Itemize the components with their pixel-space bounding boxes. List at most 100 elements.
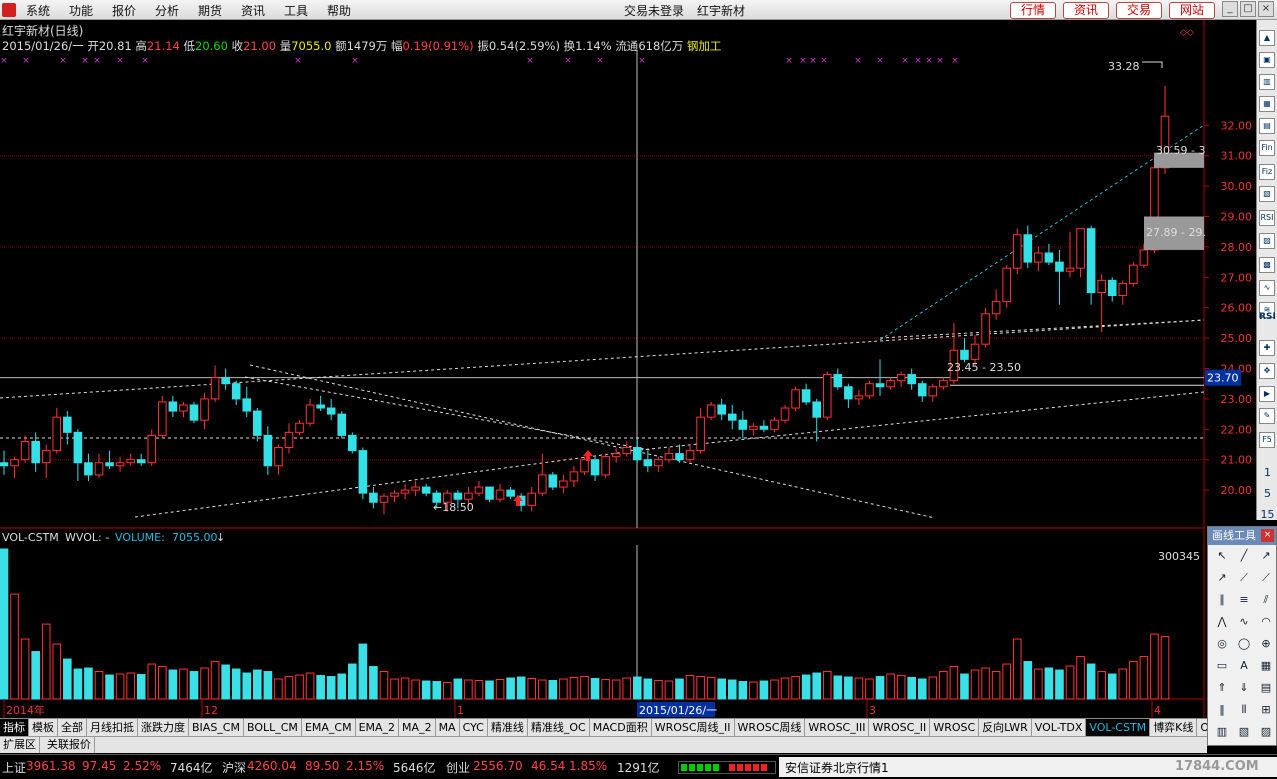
tab-vol-cstm[interactable]: VOL-CSTM (1086, 719, 1151, 736)
ray-tool-icon[interactable]: ↗ (1256, 547, 1276, 565)
pen-icon[interactable]: ✎ (1259, 408, 1275, 424)
period-number[interactable]: 5 (1257, 487, 1277, 500)
tab-cyc[interactable]: CYC (459, 719, 488, 736)
menu-item-analysis[interactable]: 分析 (155, 2, 179, 19)
tab--[interactable]: 涨跌力度 (138, 719, 189, 736)
fin-icon[interactable]: Fiz (1259, 164, 1275, 180)
move-icon[interactable]: ✥ (1259, 363, 1275, 379)
wave-tool-icon[interactable]: ∿ (1234, 613, 1254, 631)
menu-item-system[interactable]: 系统 (26, 2, 50, 19)
tab--[interactable]: 指标 (0, 719, 29, 736)
zigzag-icon[interactable]: ∿ (1259, 280, 1275, 296)
f5-icon[interactable]: F5 (1259, 432, 1275, 448)
trade-button[interactable]: 交易 (1116, 2, 1162, 19)
cycle-tool-icon[interactable]: ◎ (1212, 635, 1232, 653)
tab-ema-2[interactable]: EMA_2 (355, 719, 400, 736)
menu-item-news[interactable]: 资讯 (241, 2, 265, 19)
tab-ma[interactable]: MA (435, 719, 460, 736)
tab--[interactable]: 全部 (58, 719, 87, 736)
tab-vol-tdx[interactable]: VOL-TDX (1031, 719, 1087, 736)
tab--lwr[interactable]: 反向LWR (979, 719, 1032, 736)
segment-tool-icon[interactable]: ⟋ (1234, 569, 1254, 587)
tab-wrosc-[interactable]: WROSC周线 (734, 719, 806, 736)
candle-body (41, 450, 51, 464)
tab--[interactable]: 模板 (29, 719, 58, 736)
ruler-tool-icon[interactable]: ⊞ (1256, 701, 1276, 719)
tab-wrosc[interactable]: WROSC (930, 719, 980, 736)
signal-markers: × × × × × × × × × × × × × × × × × × × × × × × × (0, 56, 959, 66)
volume-bar (865, 678, 874, 700)
candle-body (632, 447, 642, 461)
maximize-icon[interactable]: □ (1240, 1, 1256, 17)
rect-tool-icon[interactable]: ▭ (1212, 657, 1232, 675)
extend-line-icon[interactable]: ⟋ (1256, 569, 1276, 587)
chart-icon[interactable]: ▩ (1259, 257, 1275, 273)
period-number[interactable]: 15 (1257, 508, 1277, 521)
fin-icon[interactable]: Fin (1259, 140, 1275, 156)
bars-tool-icon[interactable]: ‖ (1212, 701, 1232, 719)
rsi-label[interactable]: RSI (1257, 312, 1277, 322)
arrow-tool-icon[interactable]: ↗ (1212, 569, 1232, 587)
price-tool-icon[interactable]: ▤ (1256, 679, 1276, 697)
next-icon[interactable]: ▶ (1259, 386, 1275, 402)
menu-item-futures[interactable]: 期货 (198, 2, 222, 19)
fiw-icon[interactable]: ▨ (1259, 233, 1275, 249)
data-feed[interactable]: 安信证券北京行情1 17844.COM (779, 757, 1277, 777)
menu-item-help[interactable]: 帮助 (327, 2, 351, 19)
parallel-tool-icon[interactable]: ∥ (1212, 591, 1232, 609)
tab-wrosc-ii[interactable]: WROSC_II (869, 719, 931, 736)
down-arrow-tool-icon[interactable]: ⇓ (1234, 679, 1254, 697)
tab-boll-cm[interactable]: BOLL_CM (243, 719, 302, 736)
bar-icon[interactable]: ▤ (1259, 118, 1275, 134)
grid-tool-icon[interactable]: ▦ (1256, 657, 1276, 675)
news-button[interactable]: 资讯 (1063, 2, 1109, 19)
fiz-icon[interactable]: RSI (1259, 210, 1275, 226)
period-number[interactable]: 1 (1257, 466, 1277, 479)
minimize-icon[interactable]: _ (1222, 1, 1238, 17)
tab-ema-cm[interactable]: EMA_CM (301, 719, 356, 736)
website-button[interactable]: 网站 (1169, 2, 1215, 19)
tab--oc[interactable]: 精准线_OC (527, 719, 590, 736)
table-icon[interactable]: ▧ (1259, 186, 1275, 202)
kline-icon[interactable]: ▥ (1259, 74, 1275, 90)
text-tool-icon[interactable]: A (1234, 657, 1254, 675)
candle-body (675, 453, 684, 461)
hide-tool-icon[interactable]: ▨ (1256, 723, 1276, 741)
line-tool-icon[interactable]: ╱ (1234, 547, 1254, 565)
plus-icon[interactable]: ✚ (1259, 340, 1275, 356)
tab--[interactable]: 月线扣抵 (87, 719, 138, 736)
tab-bias-cm[interactable]: BIAS_CM (189, 719, 244, 736)
pitchfork-tool-icon[interactable]: ⋀ (1212, 613, 1232, 631)
close-icon[interactable]: × (1258, 1, 1274, 17)
x-tick-label: 4 (1154, 704, 1161, 717)
tab-macd-[interactable]: MACD面积 (589, 719, 652, 736)
tab-obv-d[interactable]: OBV_D (1197, 719, 1207, 736)
tab-extension[interactable]: 扩展区 (0, 737, 40, 753)
menu-item-tools[interactable]: 工具 (284, 2, 308, 19)
tab--k-[interactable]: 博弈K线 (1150, 719, 1198, 736)
lock-tool-icon[interactable]: ▥ (1212, 723, 1232, 741)
cursor-tool-icon[interactable]: ↖ (1212, 547, 1232, 565)
fib-tool-icon[interactable]: ≡ (1234, 591, 1254, 609)
delete-tool-icon[interactable]: ▧ (1234, 723, 1254, 741)
tab-ma-2[interactable]: MA_2 (399, 719, 436, 736)
market-button[interactable]: 行情 (1010, 2, 1056, 19)
channel-tool-icon[interactable]: ⫽ (1256, 591, 1276, 609)
tab--[interactable]: 精准线 (487, 719, 528, 736)
up-arrow-tool-icon[interactable]: ⇑ (1212, 679, 1232, 697)
tab-wrosc-iii[interactable]: WROSC_III (805, 719, 870, 736)
close-panel-icon[interactable]: × (1261, 529, 1274, 542)
menu-item-function[interactable]: 功能 (69, 2, 93, 19)
up-arrow-icon[interactable]: ▲ (1259, 30, 1275, 46)
candle-icon[interactable]: ▦ (1259, 96, 1275, 112)
arc-tool-icon[interactable]: ◠ (1256, 613, 1276, 631)
circle-tool-icon[interactable]: ◯ (1234, 635, 1254, 653)
menu-item-quote[interactable]: 报价 (112, 2, 136, 19)
full-screen-icon[interactable]: ▣ (1259, 52, 1275, 68)
multibar-tool-icon[interactable]: ⦀ (1234, 701, 1254, 719)
kline-chart[interactable]: × × × × × × × × × × × × × × × × × × × × × × × × 33.28←18.5030.5… (0, 20, 1256, 718)
volume-bar (1160, 636, 1170, 700)
tab-wrosc-ii[interactable]: WROSC周线_II (651, 719, 735, 736)
tab-related-quote[interactable]: 关联报价 (44, 737, 95, 753)
gann-tool-icon[interactable]: ⊕ (1256, 635, 1276, 653)
